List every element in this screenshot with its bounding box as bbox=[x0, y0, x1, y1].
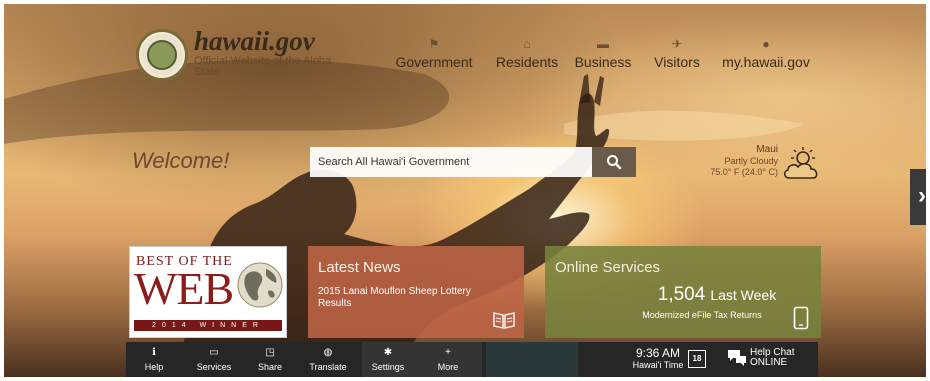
nav-label: my.hawaii.gov bbox=[722, 54, 810, 70]
nav-label: Business bbox=[574, 54, 632, 70]
help-chat-status: ONLINE bbox=[750, 357, 788, 368]
globe-icon: ◍ bbox=[323, 347, 333, 358]
services-description: Modernized eFile Tax Returns bbox=[642, 310, 762, 320]
toolbar-label: Settings bbox=[371, 362, 405, 372]
info-icon: ℹ bbox=[152, 347, 156, 358]
state-seal-logo[interactable] bbox=[136, 29, 188, 81]
welcome-text: Welcome! bbox=[132, 148, 230, 173]
search-button[interactable] bbox=[592, 147, 636, 177]
partly-cloudy-icon bbox=[783, 147, 818, 179]
services-title: Online Services bbox=[555, 259, 661, 276]
award-web-text: WEB bbox=[134, 263, 234, 314]
site-name[interactable]: hawaii.gov bbox=[194, 26, 315, 57]
next-slide-button[interactable]: › bbox=[910, 169, 926, 225]
weather-location: Maui bbox=[756, 144, 778, 155]
toolbar-more[interactable]: + More bbox=[422, 346, 474, 372]
toolbar-help[interactable]: ℹ Help bbox=[128, 346, 180, 372]
toolbar-label: More bbox=[437, 362, 459, 372]
search-input[interactable] bbox=[310, 147, 592, 177]
toolbar-services[interactable]: ▭ Services bbox=[188, 346, 240, 372]
weather-temperature: 75.0° F (24.0° C) bbox=[710, 167, 778, 177]
residents-icon: ⌂ bbox=[523, 37, 531, 51]
toolbar-label: Translate bbox=[309, 362, 347, 372]
toolbar-background-panel bbox=[486, 342, 578, 377]
open-book-icon bbox=[493, 312, 515, 329]
help-chat-button[interactable]: Help Chat ONLINE bbox=[750, 348, 794, 368]
nav-visitors[interactable]: ✈ Visitors bbox=[650, 38, 704, 78]
toolbar-share[interactable]: ◳ Share bbox=[244, 346, 296, 372]
nav-residents[interactable]: ⌂ Residents bbox=[490, 38, 564, 78]
services-count-period: Last Week bbox=[710, 287, 777, 303]
site-subtitle: Official Website of the Aloha State bbox=[194, 55, 332, 78]
bottom-toolbar: ℹ Help ▭ Services ◳ Share ◍ Translate ✱ … bbox=[126, 342, 818, 377]
toolbar-translate[interactable]: ◍ Translate bbox=[302, 346, 354, 372]
time-value: 9:36 AM bbox=[635, 346, 681, 360]
airplane-icon: ✈ bbox=[671, 37, 683, 51]
nav-business[interactable]: ▬ Business bbox=[572, 38, 634, 78]
services-count-value: 1,504 bbox=[657, 284, 706, 305]
search-icon bbox=[607, 155, 622, 170]
globe-icon bbox=[237, 262, 283, 308]
toolbar-settings[interactable]: ✱ Settings bbox=[362, 346, 414, 372]
tablet-icon bbox=[793, 306, 809, 330]
toolbar-label: Share bbox=[257, 362, 283, 372]
user-icon: ● bbox=[762, 37, 770, 51]
share-icon: ◳ bbox=[265, 347, 275, 358]
chat-bubble-icon[interactable] bbox=[726, 348, 748, 368]
news-headline[interactable]: 2015 Lanai Mouflon Sheep Lottery Results bbox=[318, 286, 503, 310]
toolbar-label: Services bbox=[196, 362, 232, 372]
toolbar-label: Help bbox=[144, 362, 164, 372]
hero-frame: hawaii.gov Official Website of the Aloha… bbox=[4, 4, 926, 377]
online-services-tile[interactable]: Online Services 1,504 Last Week Moderniz… bbox=[545, 246, 821, 338]
weather-condition: Partly Cloudy bbox=[724, 156, 778, 166]
best-of-web-award[interactable]: BEST OF THE WEB 2014 WINNER bbox=[129, 246, 287, 338]
calendar-button[interactable]: 18 bbox=[688, 350, 706, 368]
nav-my-hawaii[interactable]: ● my.hawaii.gov bbox=[720, 38, 812, 78]
time-label: Hawai'i Time bbox=[632, 360, 684, 370]
award-year-banner: 2014 WINNER bbox=[134, 320, 282, 331]
hawaii-time: 9:36 AM Hawai'i Time bbox=[632, 346, 684, 370]
news-title: Latest News bbox=[318, 259, 401, 276]
flag-icon: ⚑ bbox=[428, 37, 440, 51]
latest-news-tile[interactable]: Latest News 2015 Lanai Mouflon Sheep Lot… bbox=[308, 246, 524, 338]
gear-icon: ✱ bbox=[383, 347, 393, 358]
nav-government[interactable]: ⚑ Government bbox=[390, 38, 478, 78]
nav-label: Residents bbox=[495, 54, 559, 70]
services-count: 1,504 Last Week bbox=[635, 284, 799, 306]
nav-label: Visitors bbox=[654, 54, 700, 70]
nav-label: Government bbox=[395, 54, 473, 70]
briefcase-icon: ▬ bbox=[597, 37, 609, 51]
plus-icon: + bbox=[445, 347, 451, 358]
laptop-icon: ▭ bbox=[209, 347, 219, 358]
